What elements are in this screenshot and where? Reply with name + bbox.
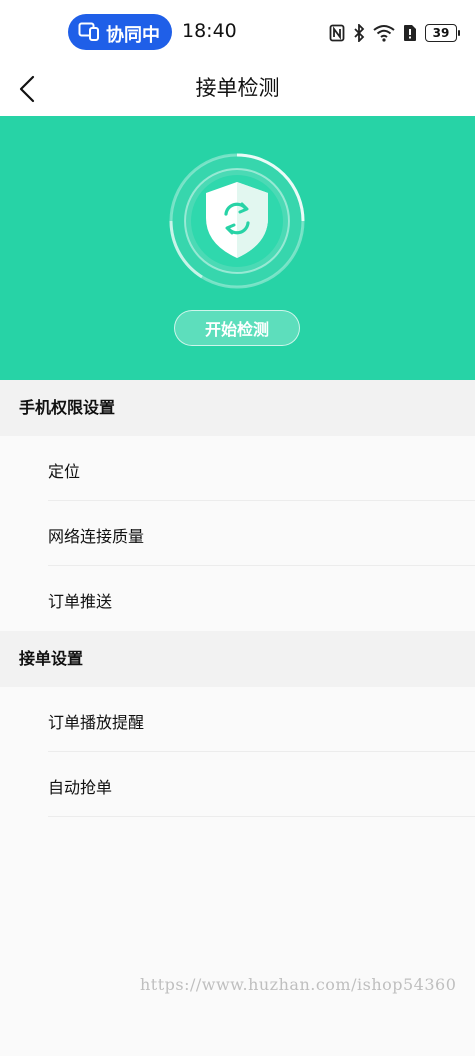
section-order-settings: 接单设置 <box>0 631 475 687</box>
watermark-text: https://www.huzhan.com/ishop54360 <box>140 975 457 994</box>
status-time: 18:40 <box>182 20 237 42</box>
sim-alert-icon <box>404 25 416 41</box>
list-item-label: 自动抢单 <box>48 778 113 797</box>
section-phone-permissions: 手机权限设置 <box>0 380 475 436</box>
start-detection-button[interactable]: 开始检测 <box>174 310 300 346</box>
collaboration-badge[interactable]: 协同中 <box>68 14 172 50</box>
nav-bar: 接单检测 <box>0 64 475 116</box>
status-icons: 39 <box>329 20 460 46</box>
list-item-label: 定位 <box>48 462 81 481</box>
list-item-order-voice-reminder[interactable]: 订单播放提醒 <box>0 687 475 752</box>
devices-icon <box>78 22 99 41</box>
bluetooth-icon <box>354 24 365 42</box>
divider <box>48 816 475 817</box>
list-item-auto-grab-order[interactable]: 自动抢单 <box>0 752 475 817</box>
wifi-icon <box>373 25 395 42</box>
list-item-label: 网络连接质量 <box>48 527 145 546</box>
nfc-icon <box>329 24 345 42</box>
page-title: 接单检测 <box>195 76 280 100</box>
shield-refresh-icon <box>169 153 305 289</box>
list-item-network-quality[interactable]: 网络连接质量 <box>0 501 475 566</box>
list-item-label: 订单推送 <box>48 592 113 611</box>
battery-icon: 39 <box>425 24 460 42</box>
detection-hero: 开始检测 <box>0 116 475 380</box>
list-item-order-push[interactable]: 订单推送 <box>0 566 475 631</box>
collab-label: 协同中 <box>106 25 160 46</box>
list-item-location[interactable]: 定位 <box>0 436 475 501</box>
status-bar: 协同中 18:40 39 <box>0 0 475 64</box>
list-item-label: 订单播放提醒 <box>48 713 145 732</box>
